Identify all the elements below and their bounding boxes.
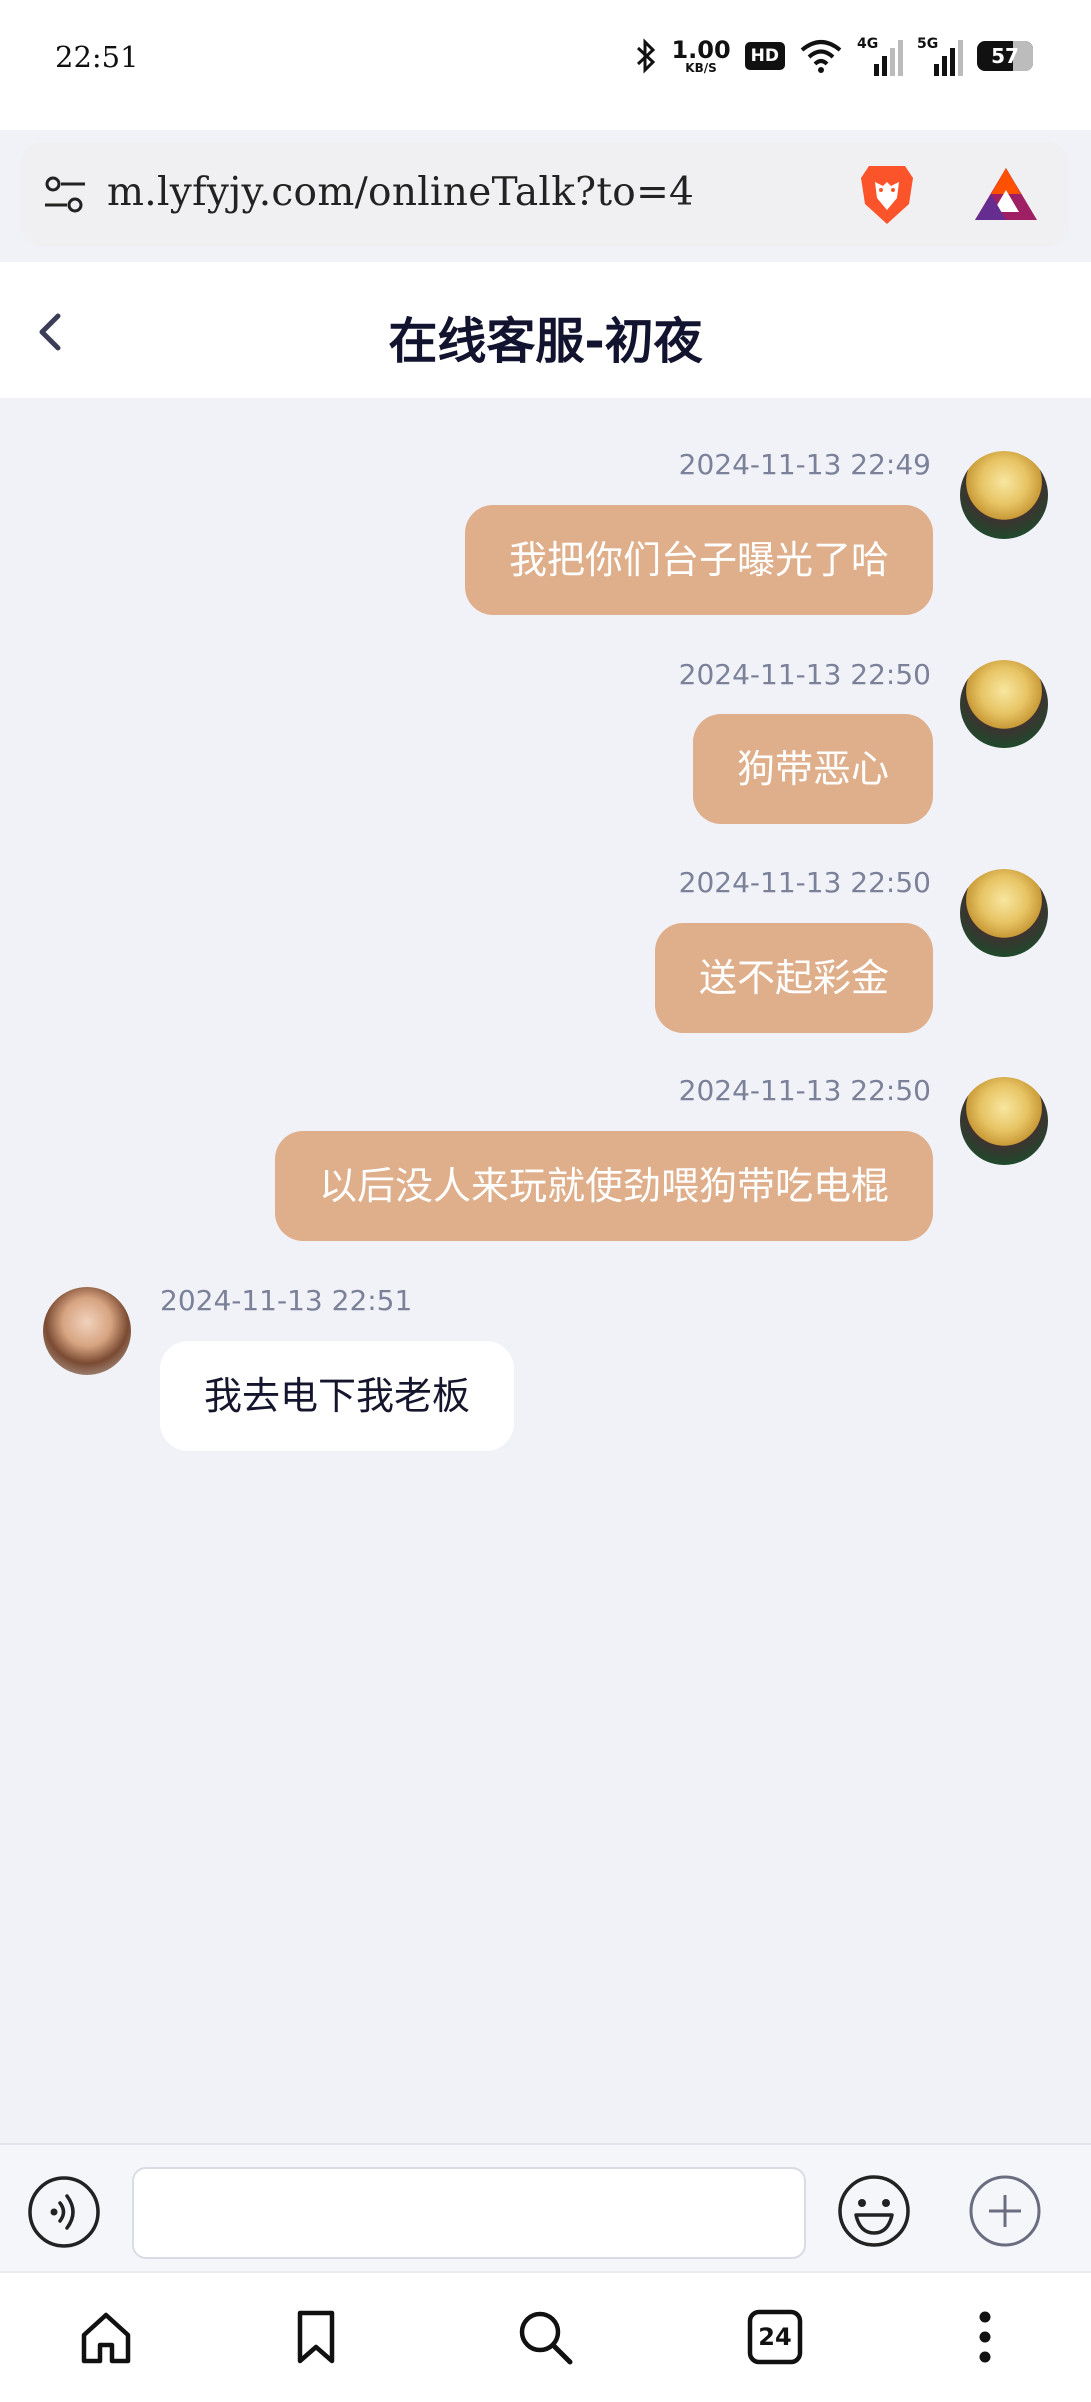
tabs-icon[interactable]: 24	[745, 2307, 805, 2367]
message-timestamp: 2024-11-13 22:50	[678, 866, 931, 899]
tabs-count: 24	[758, 2323, 792, 2351]
emoji-icon[interactable]	[836, 2173, 912, 2249]
page-header: 在线客服-初夜	[0, 262, 1091, 398]
hd-badge: HD	[744, 42, 785, 70]
message-bubble-self[interactable]: 我把你们台子曝光了哈	[464, 505, 933, 615]
battery-icon: 57	[977, 41, 1033, 71]
wifi-icon	[800, 40, 842, 73]
status-bar: 22:51 1.00 KB/S HD 4G 5G 57	[0, 0, 1091, 130]
composer	[0, 2143, 1091, 2273]
message-bubble-self[interactable]: 以后没人来玩就使劲喂狗带吃电棍	[274, 1131, 933, 1241]
url-text[interactable]: m.lyfyjy.com/onlineTalk?to=4	[107, 170, 694, 215]
address-bar[interactable]: m.lyfyjy.com/onlineTalk?to=4	[21, 142, 1069, 247]
home-icon[interactable]	[76, 2307, 136, 2367]
avatar[interactable]	[43, 1287, 131, 1375]
status-time: 22:51	[55, 40, 139, 74]
chat-area[interactable]: 2024-11-13 22:49 我把你们台子曝光了哈 2024-11-13 2…	[0, 398, 1091, 2143]
signal-icon: 4G	[857, 36, 903, 76]
plus-icon[interactable]	[967, 2173, 1043, 2249]
signal-icon-2: 5G	[917, 36, 963, 76]
avatar[interactable]	[960, 1077, 1048, 1165]
bat-triangle-icon[interactable]	[973, 164, 1039, 224]
browser-bottom-nav: 24	[0, 2271, 1091, 2402]
net-speed: 1.00 KB/S	[671, 36, 731, 75]
status-icons: 1.00 KB/S HD 4G 5G 57	[635, 36, 1033, 76]
brave-lion-icon[interactable]	[857, 162, 917, 226]
more-icon[interactable]	[955, 2307, 1015, 2367]
bookmark-icon[interactable]	[286, 2307, 346, 2367]
avatar[interactable]	[960, 660, 1048, 748]
message-bubble-agent[interactable]: 我去电下我老板	[160, 1341, 515, 1451]
message-timestamp: 2024-11-13 22:49	[678, 448, 931, 481]
bluetooth-icon	[637, 38, 656, 74]
tune-icon[interactable]	[43, 174, 87, 216]
search-icon[interactable]	[515, 2307, 575, 2367]
message-bubble-self[interactable]: 狗带恶心	[692, 714, 933, 824]
message-timestamp: 2024-11-13 22:50	[678, 658, 931, 691]
avatar[interactable]	[960, 869, 1048, 957]
message-input[interactable]	[132, 2167, 806, 2259]
message-timestamp: 2024-11-13 22:50	[678, 1074, 931, 1107]
message-bubble-self[interactable]: 送不起彩金	[654, 923, 933, 1033]
voice-icon[interactable]	[27, 2175, 101, 2249]
page-title: 在线客服-初夜	[388, 313, 703, 370]
message-timestamp: 2024-11-13 22:51	[160, 1284, 413, 1317]
avatar[interactable]	[960, 451, 1048, 539]
